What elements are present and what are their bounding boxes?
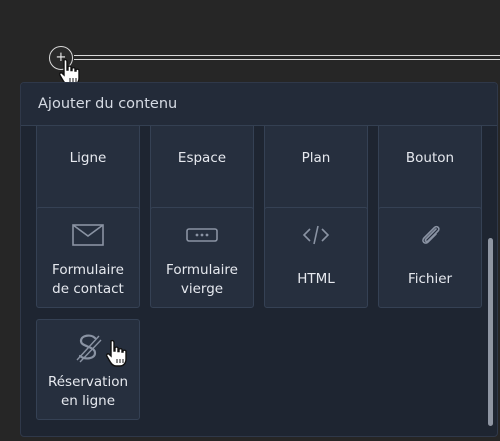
code-icon [265,224,367,250]
map-icon [265,126,367,132]
tile-label-line1: Formulaire [52,262,124,278]
insert-section-line[interactable] [74,55,500,60]
envelope-icon [37,224,139,250]
blank-form-icon [151,228,253,246]
tile-label-line1: Formulaire [166,262,238,278]
tile-label-line2: de contact [52,281,124,297]
tiles-grid: Ligne Espace Plan Bouton Formulaire de c… [21,126,497,436]
tile-reservation-en-ligne[interactable]: Réservation en ligne [36,319,140,420]
tile-espace[interactable]: Espace [150,126,254,216]
panel-title: Ajouter du contenu [21,83,497,126]
tile-label-line1: Réservation [47,374,129,390]
tile-ligne[interactable]: Ligne [36,126,140,216]
page-canvas: + Ajouter du contenu Ligne Espace Plan B… [0,0,500,441]
tile-label-line2: vierge [180,281,224,297]
tile-plan[interactable]: Plan [264,126,368,216]
tile-label: Espace [177,150,227,166]
scrollbar-thumb[interactable] [488,238,493,426]
tile-formulaire-contact[interactable]: Formulaire de contact [36,207,140,308]
add-content-panel: Ajouter du contenu Ligne Espace Plan Bou… [20,82,498,437]
tile-fichier[interactable]: Fichier [378,207,482,308]
tile-formulaire-vierge[interactable]: Formulaire vierge [150,207,254,308]
hand-cursor-icon [105,339,127,367]
tile-label: Fichier [407,271,453,287]
spacer-icon [151,126,253,132]
tile-bouton[interactable]: Bouton [378,126,482,216]
tile-label: Bouton [405,150,455,166]
tile-html[interactable]: HTML [264,207,368,308]
tile-label: HTML [297,271,335,287]
paperclip-icon [379,223,481,253]
tile-label-line2: en ligne [60,393,116,409]
tile-label: Plan [301,150,331,166]
tile-label: Ligne [69,150,107,166]
